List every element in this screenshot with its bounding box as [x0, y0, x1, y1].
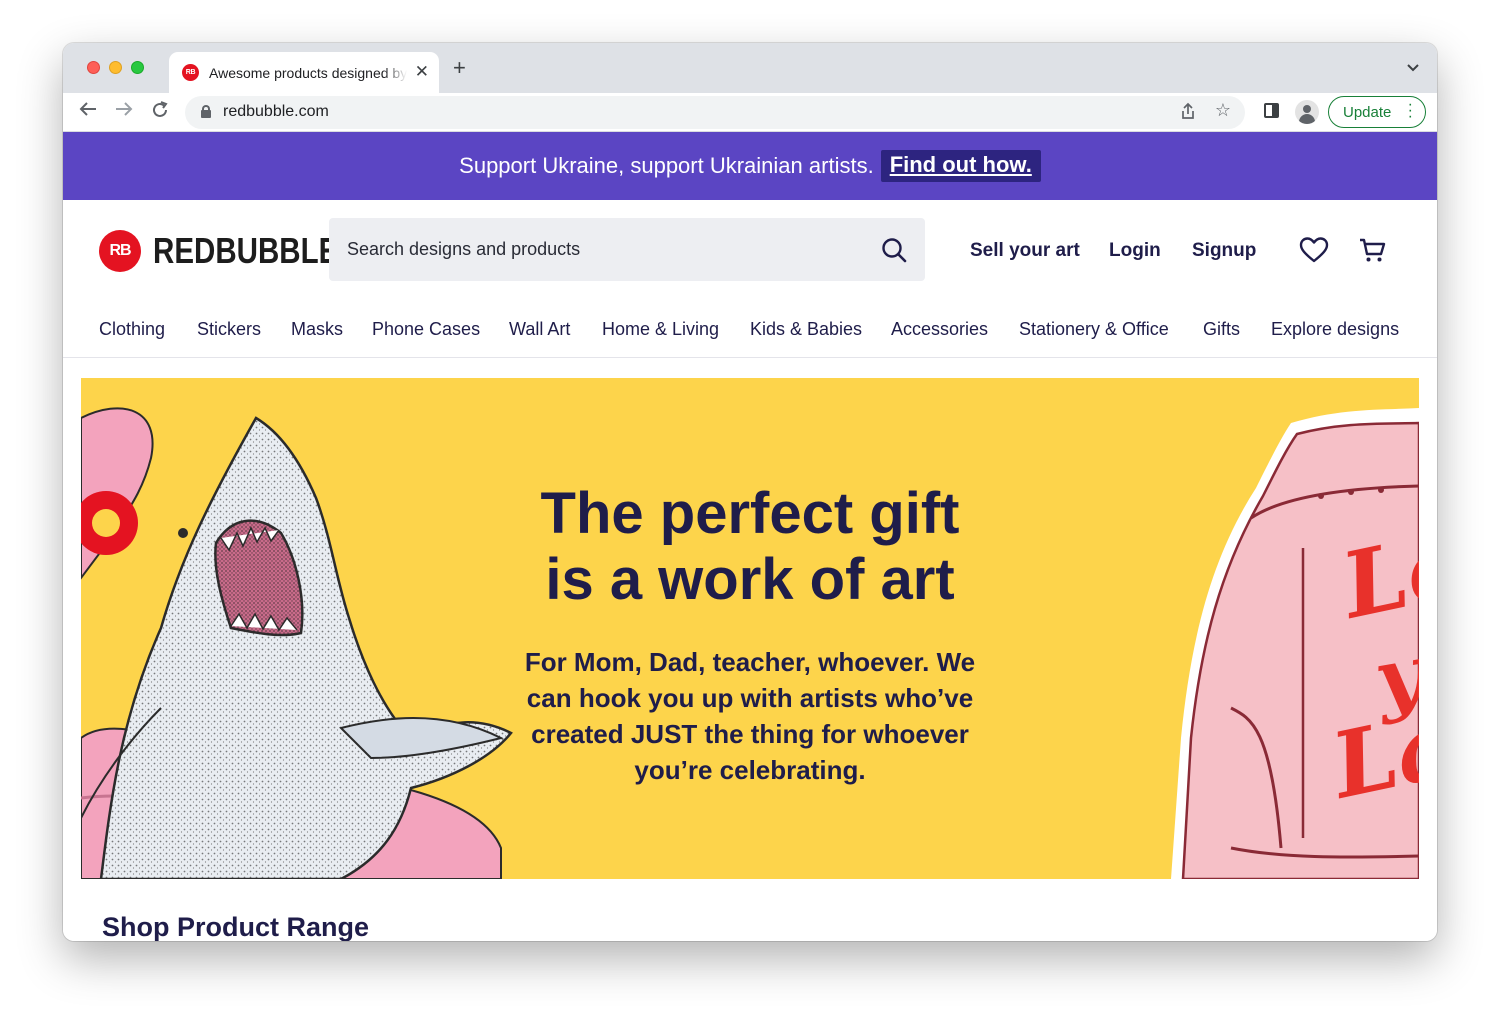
- nav-kids-babies[interactable]: Kids & Babies: [750, 319, 862, 340]
- shark-illustration: [81, 407, 513, 879]
- jacket-illustration: Lo y La: [1171, 408, 1419, 879]
- maximize-window-button[interactable]: [131, 61, 144, 74]
- tab-redbubble[interactable]: RB Awesome products designed by independ…: [169, 52, 439, 93]
- hero-subtitle: For Mom, Dad, teacher, whoever. We can h…: [524, 647, 976, 785]
- profile-avatar-icon[interactable]: [1295, 100, 1319, 124]
- banner-text: Support Ukraine, support Ukrainian artis…: [459, 153, 874, 178]
- back-arrow-icon[interactable]: [76, 101, 100, 123]
- login-link[interactable]: Login: [1109, 240, 1161, 262]
- search-input[interactable]: [347, 239, 847, 260]
- cart-icon[interactable]: [1358, 236, 1386, 264]
- sell-your-art-link[interactable]: Sell your art: [970, 240, 1080, 262]
- nav-clothing[interactable]: Clothing: [99, 319, 165, 340]
- url-text[interactable]: redbubble.com: [223, 103, 329, 121]
- nav-explore-designs[interactable]: Explore designs: [1271, 319, 1399, 340]
- category-nav: Clothing Stickers Masks Phone Cases Wall…: [63, 300, 1437, 358]
- nav-gifts[interactable]: Gifts: [1203, 319, 1240, 340]
- browser-window: RB Awesome products designed by independ…: [63, 43, 1437, 941]
- side-panel-icon[interactable]: [1264, 103, 1279, 118]
- search-bar[interactable]: [329, 218, 925, 281]
- signup-link[interactable]: Signup: [1192, 240, 1256, 262]
- minimize-window-button[interactable]: [109, 61, 122, 74]
- search-icon[interactable]: [881, 237, 907, 263]
- reload-icon[interactable]: [148, 101, 172, 123]
- nav-stationery-office[interactable]: Stationery & Office: [1019, 319, 1169, 340]
- update-button[interactable]: Update · · ·: [1328, 96, 1426, 128]
- close-window-button[interactable]: [87, 61, 100, 74]
- nav-stickers[interactable]: Stickers: [197, 319, 261, 340]
- logo-wordmark: REDBUBBLE: [153, 230, 339, 271]
- bookmark-star-icon[interactable]: ☆: [1215, 100, 1231, 121]
- share-icon[interactable]: [1181, 102, 1195, 125]
- lock-icon[interactable]: [201, 105, 211, 118]
- tab-close-icon[interactable]: ✕: [415, 62, 429, 82]
- menu-dots-icon[interactable]: · · ·: [1408, 97, 1413, 125]
- heart-icon[interactable]: [1299, 236, 1329, 264]
- update-label: Update: [1343, 103, 1392, 121]
- find-out-how-link[interactable]: Find out how.: [880, 150, 1041, 182]
- redbubble-logo-icon: RB: [99, 230, 141, 272]
- web-page: Support Ukraine, support Ukrainian artis…: [63, 132, 1437, 941]
- hero-banner[interactable]: The perfect gift is a work of art For Mo…: [81, 378, 1419, 879]
- section-title: Shop Product Range: [102, 912, 370, 941]
- ukraine-banner: Support Ukraine, support Ukrainian artis…: [63, 132, 1437, 200]
- redbubble-favicon-icon: RB: [182, 64, 199, 81]
- nav-wall-art[interactable]: Wall Art: [509, 319, 570, 340]
- tab-search-chevron-icon[interactable]: [1407, 59, 1419, 75]
- new-tab-button[interactable]: +: [453, 56, 466, 80]
- nav-phone-cases[interactable]: Phone Cases: [372, 319, 480, 340]
- forward-arrow-icon[interactable]: [112, 101, 136, 123]
- tab-title: Awesome products designed by independent…: [209, 64, 407, 81]
- site-header: RB REDBUBBLE Sell your art Login Signup: [63, 200, 1437, 300]
- nav-home-living[interactable]: Home & Living: [602, 319, 719, 340]
- address-bar[interactable]: redbubble.com ☆: [185, 96, 1245, 129]
- nav-masks[interactable]: Masks: [291, 319, 343, 340]
- tab-strip: RB Awesome products designed by independ…: [63, 43, 1437, 93]
- nav-accessories[interactable]: Accessories: [891, 319, 988, 340]
- browser-toolbar: redbubble.com ☆ Update · · ·: [63, 93, 1437, 132]
